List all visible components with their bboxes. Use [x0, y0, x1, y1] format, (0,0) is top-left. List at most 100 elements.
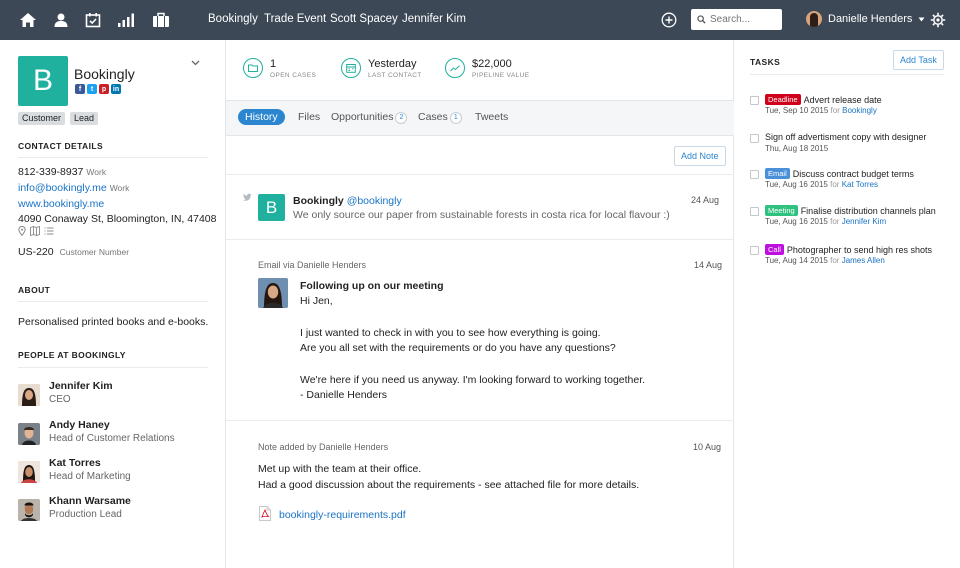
caret-down-icon — [918, 17, 925, 21]
tab-cases[interactable]: Cases 1 — [418, 111, 462, 124]
task-checkbox[interactable] — [750, 134, 759, 143]
list-icon[interactable] — [44, 226, 54, 236]
activity-panel: 1 OPEN CASES Yesterday LAST CONTACT $22,… — [226, 40, 734, 568]
task-for-label: for — [830, 256, 840, 265]
task-badge: Meeting — [765, 205, 798, 216]
briefcase-icon[interactable] — [151, 10, 171, 30]
task-date: Tue, Aug 14 2015 — [765, 256, 828, 265]
person-role: CEO — [49, 394, 71, 405]
address-text: 4090 Conaway St, Bloomington, IN, 47408 — [18, 213, 217, 225]
task-for-link[interactable]: James Allen — [842, 256, 885, 265]
linkedin-icon[interactable]: in — [111, 84, 121, 94]
tab-history[interactable]: History — [238, 109, 285, 125]
email-link[interactable]: info@bookingly.me — [18, 182, 107, 194]
task-meta: Tue, Aug 14 2015 for James Allen — [765, 256, 885, 265]
tag-customer[interactable]: Customer — [18, 112, 66, 125]
divider — [18, 157, 208, 158]
twitter-icon[interactable]: t — [87, 84, 97, 94]
stat-open-cases[interactable]: 1 OPEN CASES — [243, 58, 316, 79]
task-title-row[interactable]: Deadline Advert release date — [765, 94, 882, 105]
user-avatar — [806, 11, 822, 27]
task-checkbox[interactable] — [750, 170, 759, 179]
person-name[interactable]: Kat Torres — [49, 457, 101, 469]
task-title-row[interactable]: Call Photographer to send high res shots — [765, 244, 932, 255]
phone-number[interactable]: 812-339-8937 — [18, 166, 83, 178]
person-name[interactable]: Jennifer Kim — [49, 380, 113, 392]
task-for-link[interactable]: Jennifer Kim — [842, 217, 886, 226]
email-line: - Danielle Henders — [300, 389, 387, 401]
attachment-link[interactable]: bookingly-requirements.pdf — [279, 509, 406, 521]
email-meta: Email via Danielle Henders — [258, 260, 367, 270]
person-icon[interactable] — [51, 10, 71, 30]
email-row: info@bookingly.me Work — [18, 182, 129, 194]
email-line: We're here if you need us anyway. I'm lo… — [300, 374, 646, 386]
search-box[interactable] — [691, 9, 782, 30]
address-actions — [18, 226, 54, 236]
person-name[interactable]: Khann Warsame — [49, 495, 131, 507]
top-navigation-bar: Bookingly Trade Event Scott Spacey Jenni… — [0, 0, 960, 40]
people-heading: PEOPLE AT BOOKINGLY — [18, 350, 126, 360]
person-role: Head of Marketing — [49, 471, 131, 482]
add-task-button[interactable]: Add Task — [893, 50, 944, 70]
trend-icon — [445, 58, 465, 78]
chevron-down-icon[interactable] — [191, 57, 200, 69]
user-name: Danielle Henders — [828, 13, 913, 25]
nav-link-jennifer-kim[interactable]: Jennifer Kim — [402, 13, 466, 25]
contact-details-heading: CONTACT DETAILS — [18, 141, 104, 151]
tag-lead[interactable]: Lead — [70, 112, 99, 125]
person-name[interactable]: Andy Haney — [49, 419, 110, 431]
task-checkbox[interactable] — [750, 207, 759, 216]
home-icon[interactable] — [18, 10, 38, 30]
task-title-row[interactable]: Meeting Finalise distribution channels pl… — [765, 205, 936, 216]
tweet-author[interactable]: Bookingly — [293, 195, 344, 207]
email-line: Are you all set with the requirements or… — [300, 342, 616, 354]
tab-opportunities[interactable]: Opportunities 2 — [331, 111, 408, 124]
tab-label: Opportunities — [331, 111, 394, 123]
task-title-row[interactable]: Email Discuss contract budget terms — [765, 168, 914, 179]
email-line: I just wanted to check in with you to se… — [300, 327, 601, 339]
task-checkbox[interactable] — [750, 96, 759, 105]
bar-chart-icon[interactable] — [116, 10, 136, 30]
divider — [226, 420, 734, 421]
stat-value: 1 — [270, 58, 277, 70]
nav-link-trade-event[interactable]: Trade Event — [264, 13, 326, 25]
nav-link-scott-spacey[interactable]: Scott Spacey — [330, 13, 398, 25]
divider — [18, 367, 208, 368]
divider — [226, 239, 734, 240]
task-title-row[interactable]: Sign off advertisment copy with designer — [765, 132, 926, 142]
task-title: Photographer to send high res shots — [786, 245, 933, 255]
user-menu[interactable]: Danielle Henders — [806, 11, 925, 27]
calendar-icon — [341, 58, 361, 78]
stat-last-contact[interactable]: Yesterday LAST CONTACT — [341, 58, 422, 79]
stat-pipeline-value[interactable]: $22,000 PIPELINE VALUE — [445, 58, 530, 79]
contact-sidebar: B Bookingly f t p in Customer Lead CONTA… — [0, 40, 226, 568]
stat-label: OPEN CASES — [270, 72, 317, 79]
tab-tweets[interactable]: Tweets — [475, 111, 508, 123]
pinterest-icon[interactable]: p — [99, 84, 109, 94]
task-date: Tue, Aug 16 2015 — [765, 180, 828, 189]
task-for-link[interactable]: Bookingly — [842, 106, 877, 115]
website-link[interactable]: www.bookingly.me — [18, 198, 104, 210]
facebook-icon[interactable]: f — [75, 84, 85, 94]
phone-type: Work — [86, 167, 107, 177]
tweet-handle[interactable]: @bookingly — [347, 195, 402, 207]
gear-icon[interactable] — [928, 10, 948, 30]
note-line: Had a good discussion about the requirem… — [258, 479, 640, 491]
divider — [226, 174, 734, 175]
nav-link-bookingly[interactable]: Bookingly — [208, 13, 258, 25]
tab-files[interactable]: Files — [298, 111, 320, 123]
search-input[interactable] — [710, 14, 776, 25]
email-subject[interactable]: Following up on our meeting — [300, 280, 443, 292]
add-note-button[interactable]: Add Note — [674, 146, 726, 166]
tweet-date: 24 Aug — [691, 195, 720, 205]
task-for-link[interactable]: Kat Torres — [842, 180, 878, 189]
add-circle-icon[interactable] — [659, 10, 679, 30]
calendar-check-icon[interactable] — [83, 10, 103, 30]
map-pin-icon[interactable] — [18, 226, 26, 236]
person-role: Head of Customer Relations — [49, 433, 175, 444]
customer-number-row: US-220 Customer Number — [18, 246, 129, 258]
about-text: Personalised printed books and e-books. — [18, 316, 209, 328]
task-checkbox[interactable] — [750, 246, 759, 255]
map-icon[interactable] — [30, 226, 40, 236]
task-badge: Deadline — [765, 94, 801, 105]
